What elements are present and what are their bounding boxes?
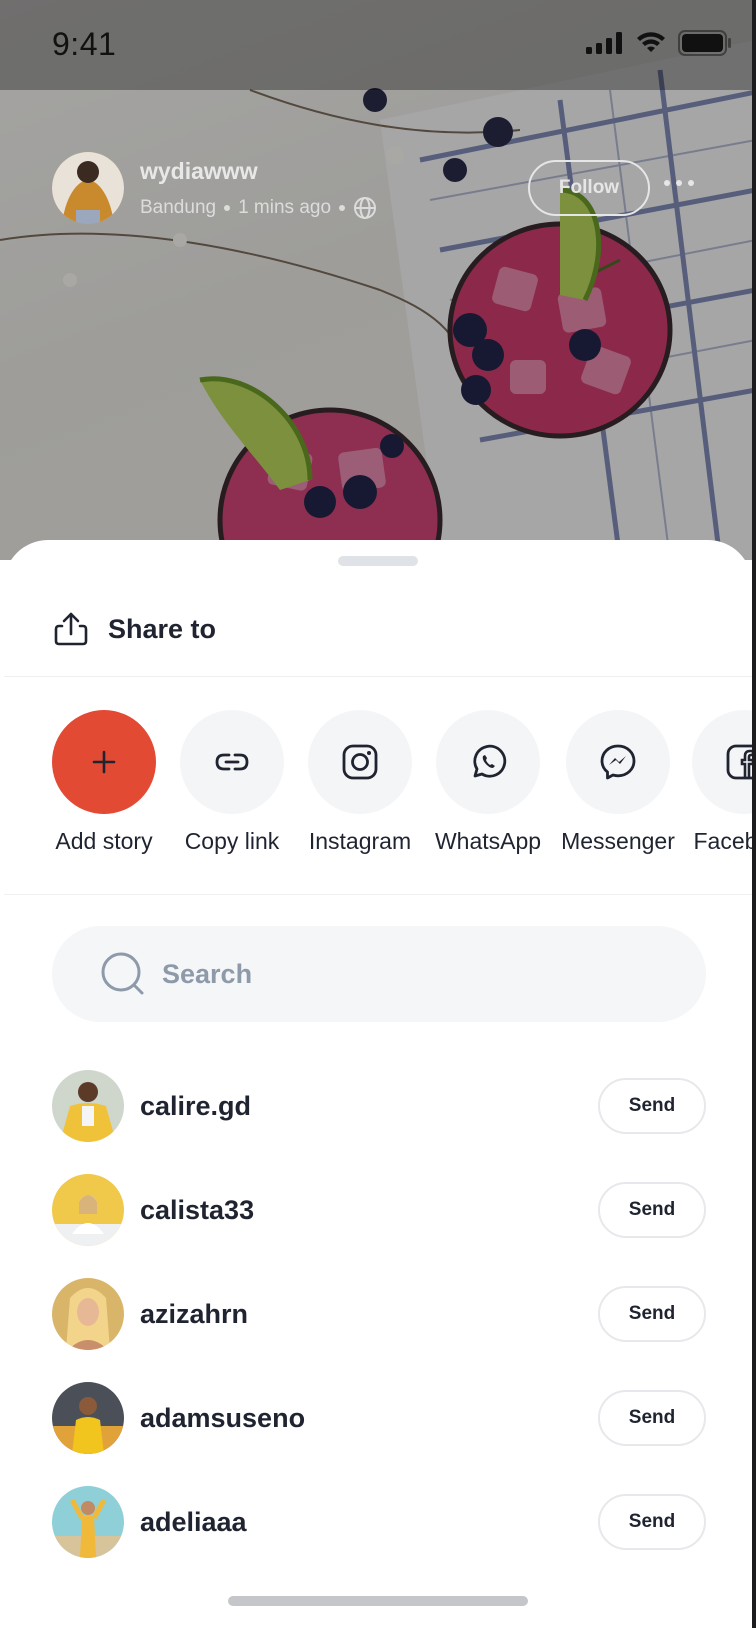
messenger-icon xyxy=(600,744,636,780)
status-time: 9:41 xyxy=(52,26,117,62)
battery-icon xyxy=(678,30,731,56)
link-icon xyxy=(215,753,249,771)
avatar-image xyxy=(52,152,124,224)
share-apps-row: Add story Copy link Instagram WhatsApp M… xyxy=(52,710,752,870)
search-bar[interactable] xyxy=(52,926,706,1022)
post-location: Bandung xyxy=(140,197,217,218)
contact-name: adamsuseno xyxy=(140,1402,306,1433)
contact-avatar[interactable] xyxy=(52,1278,124,1350)
separator-dot xyxy=(339,205,346,211)
post-author-avatar[interactable] xyxy=(52,152,124,224)
contact-avatar[interactable] xyxy=(52,1174,124,1246)
send-button[interactable]: Send xyxy=(598,1182,706,1238)
share-icon xyxy=(54,612,88,646)
send-button[interactable]: Send xyxy=(598,1286,706,1342)
instagram-button[interactable] xyxy=(308,710,412,814)
share-title: Share to xyxy=(108,613,217,644)
plus-icon xyxy=(92,750,116,774)
post-meta: Bandung 1 mins ago xyxy=(140,196,377,220)
status-icons xyxy=(586,30,732,56)
send-button[interactable]: Send xyxy=(598,1390,706,1446)
contact-row: calire.gd Send xyxy=(52,1054,706,1158)
status-bar: 9:41 xyxy=(0,0,756,90)
facebook-button[interactable] xyxy=(692,710,752,814)
contact-row: calista33 Send xyxy=(52,1158,706,1262)
app-label: Messenger xyxy=(561,828,675,854)
search-input[interactable] xyxy=(162,958,642,990)
copy-link-button[interactable] xyxy=(180,710,284,814)
wifi-icon xyxy=(637,32,665,52)
contact-name: adeliaaa xyxy=(140,1506,247,1537)
post-header: wydiawww Bandung 1 mins ago Follow xyxy=(52,152,732,224)
contact-avatar[interactable] xyxy=(52,1070,124,1142)
phone-screen: 9:41 wydiawww Bandung 1 mins ago Follow … xyxy=(0,0,756,1628)
whatsapp-button[interactable] xyxy=(436,710,540,814)
app-label: WhatsApp xyxy=(434,828,542,854)
instagram-icon xyxy=(342,744,378,780)
home-indicator[interactable] xyxy=(228,1596,528,1606)
contact-row: azizahrn Send xyxy=(52,1262,706,1366)
search-icon xyxy=(101,952,144,995)
app-messenger[interactable]: Messenger xyxy=(561,710,676,870)
contact-avatar[interactable] xyxy=(52,1486,124,1558)
app-whatsapp[interactable]: WhatsApp xyxy=(435,710,546,870)
share-sheet: Share to Add story Copy link Instagram W… xyxy=(4,540,752,1628)
separator-dot xyxy=(224,205,231,211)
more-options-icon[interactable] xyxy=(664,180,694,186)
post-time: 1 mins ago xyxy=(238,197,332,218)
add-story-button[interactable] xyxy=(52,710,156,814)
whatsapp-icon xyxy=(473,744,507,778)
send-button[interactable]: Send xyxy=(598,1078,706,1134)
contact-name: azizahrn xyxy=(140,1298,249,1329)
contact-name: calista33 xyxy=(140,1194,255,1225)
contact-row: adeliaaa Send xyxy=(52,1470,706,1574)
app-label: Add story xyxy=(55,828,153,854)
avatar-image xyxy=(52,1070,124,1142)
device-frame-edge xyxy=(752,0,756,1628)
sheet-drag-handle[interactable] xyxy=(338,556,418,566)
app-label: Instagram xyxy=(308,828,412,854)
avatar-image xyxy=(52,1278,124,1350)
globe-icon xyxy=(354,197,377,219)
follow-button[interactable]: Follow xyxy=(528,160,650,216)
app-facebook[interactable]: Facebook xyxy=(692,710,752,870)
avatar-image xyxy=(52,1382,124,1454)
signal-icon xyxy=(586,32,622,54)
contact-name: calire.gd xyxy=(140,1090,252,1121)
contact-list: calire.gd Send calista33 Send azizahrn S… xyxy=(52,1054,706,1574)
messenger-button[interactable] xyxy=(566,710,670,814)
share-header: Share to xyxy=(52,604,216,654)
app-label: Facebook xyxy=(693,828,752,854)
app-label: Copy link xyxy=(184,828,280,854)
send-button[interactable]: Send xyxy=(598,1494,706,1550)
post-username[interactable]: wydiawww xyxy=(140,158,258,185)
avatar-image xyxy=(52,1486,124,1558)
facebook-icon xyxy=(726,744,752,780)
divider xyxy=(4,676,752,677)
app-add-story[interactable]: Add story xyxy=(52,710,162,870)
app-instagram[interactable]: Instagram xyxy=(308,710,418,870)
app-copy-link[interactable]: Copy link xyxy=(180,710,290,870)
avatar-image xyxy=(52,1174,124,1246)
contact-row: adamsuseno Send xyxy=(52,1366,706,1470)
divider xyxy=(4,894,752,895)
contact-avatar[interactable] xyxy=(52,1382,124,1454)
